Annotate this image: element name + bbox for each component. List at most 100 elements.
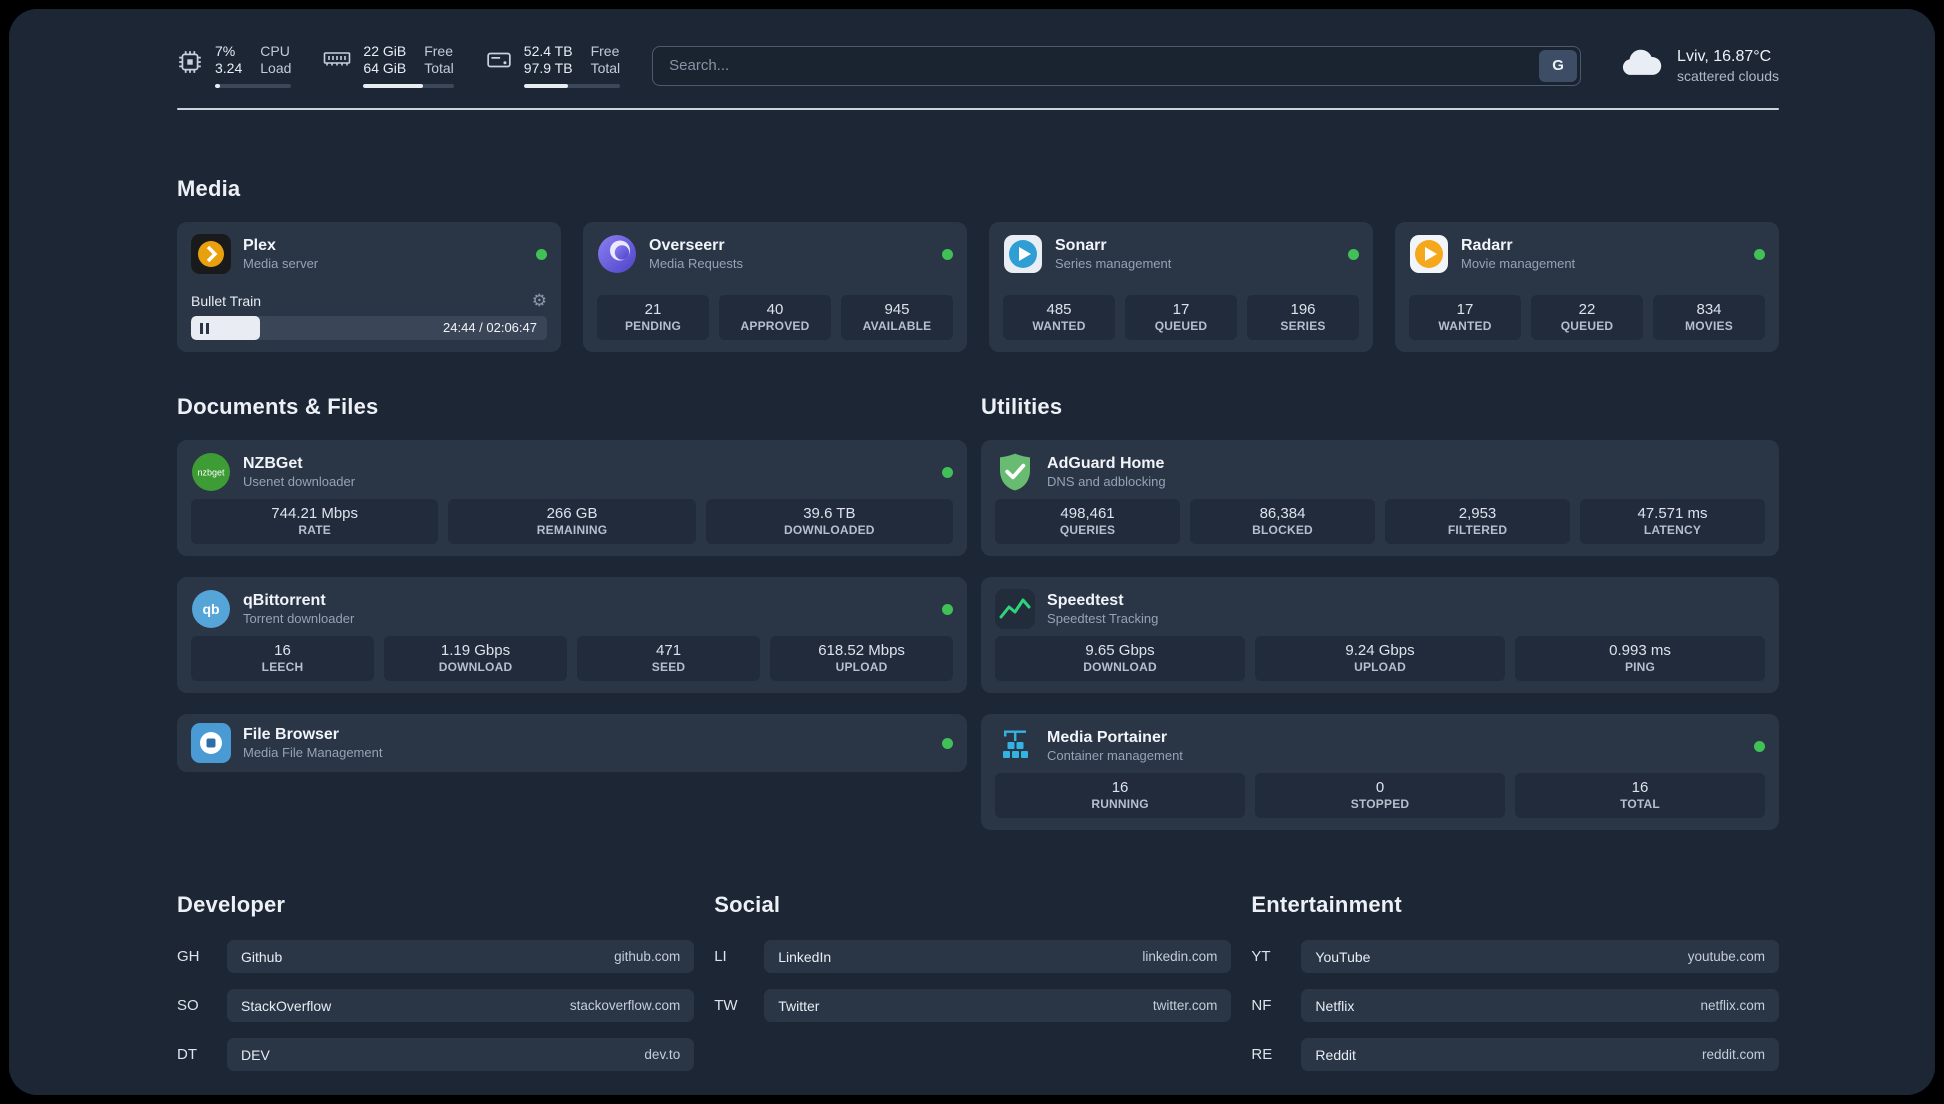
stat-label: FILTERED xyxy=(1447,523,1508,537)
media-grid: Plex Media server Bullet Train ⚙ 24:44 /… xyxy=(177,222,1779,352)
link-name: Netflix xyxy=(1315,997,1355,1014)
stat-label: REMAINING xyxy=(536,523,608,537)
plex-icon xyxy=(191,234,231,274)
link-row-netflix: NF Netflix netflix.com xyxy=(1251,989,1779,1022)
link-dev[interactable]: DEV dev.to xyxy=(227,1038,695,1071)
disk-total-value: 97.9 TB xyxy=(523,60,573,76)
utilities-column: Utilities AdGuard Home DNS and adblockin… xyxy=(981,394,1779,830)
stat-stopped: 0 STOPPED xyxy=(1255,773,1506,818)
cpu-label: CPU xyxy=(260,43,290,59)
stat-label: QUEUED xyxy=(1154,319,1208,333)
link-linkedin[interactable]: LinkedIn linkedin.com xyxy=(764,940,1232,973)
stat-blocked: 86,384 BLOCKED xyxy=(1190,499,1376,544)
ram-total-value: 64 GiB xyxy=(363,60,407,76)
stat-label: RUNNING xyxy=(1091,797,1149,811)
stat-value: 16 xyxy=(274,642,291,659)
pause-icon[interactable] xyxy=(200,322,209,334)
stat-leech: 16 LEECH xyxy=(191,636,375,681)
link-abbr: LI xyxy=(714,948,727,965)
link-url: dev.to xyxy=(644,1047,681,1062)
status-dot xyxy=(536,248,547,260)
cloud-icon xyxy=(1619,48,1663,83)
disk-total-label: Total xyxy=(590,60,621,76)
link-url: github.com xyxy=(614,949,681,964)
portainer-titles: Media Portainer Container management xyxy=(1047,728,1742,764)
header-divider xyxy=(177,108,1779,110)
stat-upload: 618.52 Mbps UPLOAD xyxy=(770,636,954,681)
stat-value: 744.21 Mbps xyxy=(271,505,359,522)
stat-label: DOWNLOAD xyxy=(438,660,513,674)
link-stackoverflow[interactable]: StackOverflow stackoverflow.com xyxy=(227,989,695,1022)
ram-stat-body: 22 GiB 64 GiB Free Total xyxy=(363,43,454,88)
stat-label: DOWNLOAD xyxy=(1083,660,1157,674)
link-abbr: TW xyxy=(714,997,738,1014)
app-name: Plex xyxy=(243,237,276,254)
stat-ping: 0.993 ms PING xyxy=(1515,636,1765,681)
search-input[interactable] xyxy=(652,45,1582,86)
link-abbr: RE xyxy=(1251,1046,1273,1063)
qbittorrent-card[interactable]: qb qBittorrent Torrent downloader 16 LEE… xyxy=(177,577,968,693)
stat-available: 945 AVAILABLE xyxy=(841,295,953,340)
link-twitter[interactable]: Twitter twitter.com xyxy=(764,989,1232,1022)
radarr-icon xyxy=(1409,234,1449,274)
app-subtitle: Media Requests xyxy=(649,256,743,271)
nzbget-card[interactable]: nzbget NZBGet Usenet downloader 744.21 M… xyxy=(177,440,968,556)
filebrowser-icon xyxy=(191,723,231,763)
stat-value: 39.6 TB xyxy=(803,505,856,522)
stat-label: WANTED xyxy=(1438,319,1492,333)
link-youtube[interactable]: YouTube youtube.com xyxy=(1301,940,1779,973)
stat-label: QUEUED xyxy=(1560,319,1614,333)
adguard-stats: 498,461 QUERIES 86,384 BLOCKED 2,953 FIL… xyxy=(995,499,1765,544)
adguard-icon xyxy=(995,452,1035,492)
sonarr-stats: 485 WANTED 17 QUEUED 196 SERIES xyxy=(1003,295,1359,340)
portainer-card[interactable]: Media Portainer Container management 16 … xyxy=(981,714,1779,830)
nzbget-icon: nzbget xyxy=(191,452,231,492)
section-title-utilities: Utilities xyxy=(981,394,1063,419)
status-dot xyxy=(942,737,954,749)
radarr-titles: Radarr Movie management xyxy=(1461,236,1742,272)
plex-now-playing: Bullet Train ⚙ 24:44 / 02:06:47 xyxy=(191,292,547,340)
link-name: Twitter xyxy=(778,997,820,1014)
documents-column: Documents & Files nzbget NZBGet Usenet d… xyxy=(177,394,968,830)
stat-value: 16 xyxy=(1111,779,1129,796)
top-bar: 7% 3.24 CPU Load 22 GiB 64 GiB Free Tota… xyxy=(177,43,1779,88)
link-abbr: YT xyxy=(1251,948,1271,965)
link-reddit[interactable]: Reddit reddit.com xyxy=(1301,1038,1779,1071)
link-name: Reddit xyxy=(1315,1046,1356,1063)
stat-value: 471 xyxy=(656,642,682,659)
stat-value: 86,384 xyxy=(1259,505,1306,522)
stat-label: SEED xyxy=(651,660,686,674)
link-name: YouTube xyxy=(1315,948,1371,965)
app-name: Sonarr xyxy=(1055,237,1107,254)
app-name: File Browser xyxy=(243,726,340,743)
stat-label: UPLOAD xyxy=(835,660,888,674)
adguard-card[interactable]: AdGuard Home DNS and adblocking 498,461 … xyxy=(981,440,1779,556)
gear-icon[interactable]: ⚙ xyxy=(532,292,547,309)
stat-label: LATENCY xyxy=(1643,523,1702,537)
sonarr-card[interactable]: Sonarr Series management 485 WANTED 17 Q… xyxy=(989,222,1373,352)
playback-progress-bar[interactable]: 24:44 / 02:06:47 xyxy=(191,316,547,340)
filebrowser-card[interactable]: File Browser Media File Management xyxy=(177,714,968,772)
speedtest-card[interactable]: Speedtest Speedtest Tracking 9.65 Gbps D… xyxy=(981,577,1779,693)
link-name: StackOverflow xyxy=(241,997,332,1014)
cpu-icon xyxy=(177,49,203,80)
search-engine-button[interactable]: G xyxy=(1539,49,1578,82)
overseerr-card[interactable]: Overseerr Media Requests 21 PENDING 40 A… xyxy=(583,222,967,352)
overseerr-stats: 21 PENDING 40 APPROVED 945 AVAILABLE xyxy=(597,295,953,340)
link-github[interactable]: Github github.com xyxy=(227,940,695,973)
stat-value: 498,461 xyxy=(1060,505,1115,522)
dashboard-content: 7% 3.24 CPU Load 22 GiB 64 GiB Free Tota… xyxy=(9,9,1935,1091)
qbittorrent-icon: qb xyxy=(191,589,231,629)
link-netflix[interactable]: Netflix netflix.com xyxy=(1301,989,1779,1022)
link-abbr: SO xyxy=(177,997,199,1014)
stat-label: RATE xyxy=(298,523,331,537)
status-dot xyxy=(942,466,954,478)
stat-movies: 834 MOVIES xyxy=(1653,295,1765,340)
link-abbr: GH xyxy=(177,948,200,965)
filebrowser-titles: File Browser Media File Management xyxy=(243,725,930,761)
stat-value: 17 xyxy=(1172,301,1190,318)
radarr-card[interactable]: Radarr Movie management 17 WANTED 22 QUE… xyxy=(1395,222,1779,352)
plex-card[interactable]: Plex Media server Bullet Train ⚙ 24:44 /… xyxy=(177,222,561,352)
speedtest-titles: Speedtest Speedtest Tracking xyxy=(1047,591,1765,627)
stat-running: 16 RUNNING xyxy=(995,773,1246,818)
